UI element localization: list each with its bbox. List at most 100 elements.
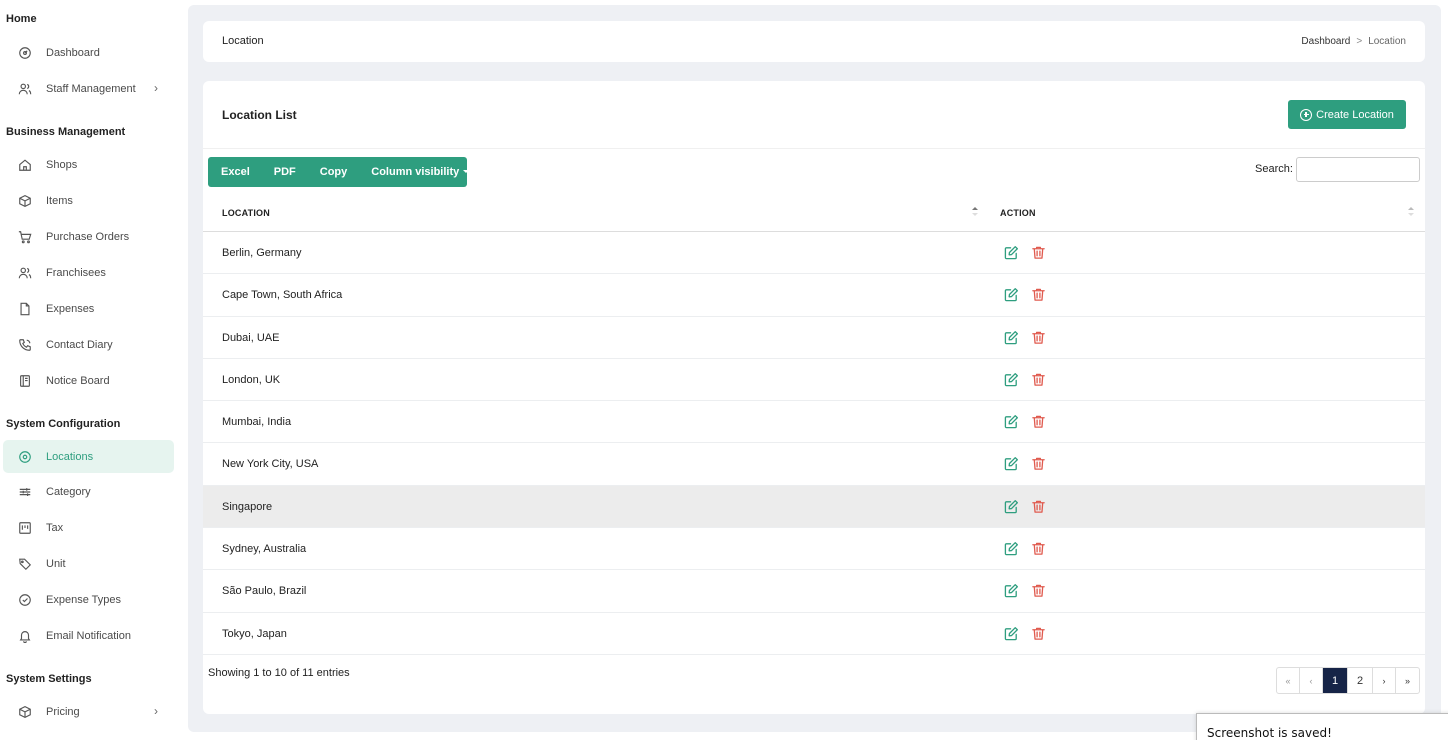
chevron-right-icon: › [154,704,158,718]
sidebar-item-locations[interactable]: Locations [3,440,174,473]
section-title-home: Home [6,13,37,25]
file-icon [17,301,33,317]
search-input[interactable] [1296,157,1420,182]
breadcrumb: Dashboard > Location [1301,36,1406,47]
breadcrumb-separator: > [1356,36,1363,47]
screenshot-toast: Screenshot is saved! [1196,713,1448,740]
sidebar-item-shops[interactable]: Shops [3,148,174,181]
location-cell: Tokyo, Japan [222,627,287,640]
column-visibility-button[interactable]: Column visibility [359,166,481,178]
sidebar-item-expense-types[interactable]: Expense Types [3,583,174,616]
sidebar-item-label: Expenses [46,302,95,315]
edit-icon[interactable] [1004,245,1019,260]
table-row: Cape Town, South Africa [203,274,1425,317]
delete-icon[interactable] [1031,583,1046,598]
table-row: New York City, USA [203,443,1425,486]
edit-icon[interactable] [1004,456,1019,471]
edit-icon[interactable] [1004,499,1019,514]
sidebar-item-purchase-orders[interactable]: Purchase Orders [3,220,174,253]
row-actions [1004,456,1046,471]
delete-icon[interactable] [1031,330,1046,345]
export-button-group: Excel PDF Copy Column visibility [208,157,470,187]
caret-down-icon [463,170,470,173]
sidebar-item-staff-management[interactable]: Staff Management › [3,72,174,105]
column-header-action[interactable]: ACTION [1000,208,1036,218]
edit-icon[interactable] [1004,414,1019,429]
excel-button[interactable]: Excel [208,166,262,178]
location-cell: Cape Town, South Africa [222,289,343,302]
phone-icon [17,337,33,353]
delete-icon[interactable] [1031,245,1046,260]
page-1-button[interactable]: 1 [1323,668,1348,693]
pdf-button[interactable]: PDF [262,166,308,178]
delete-icon[interactable] [1031,626,1046,641]
cart-icon [17,229,33,245]
column-header-location[interactable]: LOCATION [222,208,270,218]
page-first-button[interactable]: « [1277,668,1300,693]
delete-icon[interactable] [1031,456,1046,471]
sort-ascending-icon [972,205,978,219]
sidebar-item-tax[interactable]: Tax [3,511,174,544]
location-cell: New York City, USA [222,458,319,471]
table-row: São Paulo, Brazil [203,570,1425,613]
page-header: Location Dashboard > Location [203,21,1425,62]
sidebar-item-label: Franchisees [46,266,106,279]
sidebar-item-expenses[interactable]: Expenses [3,292,174,325]
sidebar-item-email-notification[interactable]: Email Notification [3,619,174,652]
page-prev-button[interactable]: ‹ [1300,668,1323,693]
copy-button[interactable]: Copy [308,166,360,178]
sidebar-item-label: Purchase Orders [46,230,130,243]
sidebar-item-contact-diary[interactable]: Contact Diary [3,328,174,361]
plus-circle-icon [1300,108,1313,121]
edit-icon[interactable] [1004,330,1019,345]
table-row: Dubai, UAE [203,317,1425,359]
delete-icon[interactable] [1031,287,1046,302]
row-actions [1004,287,1046,302]
table-body: Berlin, Germany Cape Town, South Africa Du… [203,232,1425,655]
sidebar-item-label: Shops [46,158,78,171]
page-last-button[interactable]: » [1396,668,1419,693]
page-next-button[interactable]: › [1373,668,1396,693]
create-location-label: Create Location [1316,108,1394,121]
location-cell: Berlin, Germany [222,247,302,259]
page-2-button[interactable]: 2 [1348,668,1373,693]
table-row: Mumbai, India [203,401,1425,444]
sidebar-item-category[interactable]: Category [3,475,174,508]
users-icon [17,265,33,281]
sidebar-item-label: Expense Types [46,593,122,606]
edit-icon[interactable] [1004,541,1019,556]
edit-icon[interactable] [1004,583,1019,598]
map-pin-icon [17,449,33,465]
edit-icon[interactable] [1004,287,1019,302]
sidebar-item-dashboard[interactable]: Dashboard [3,36,174,69]
create-location-button[interactable]: Create Location [1288,100,1406,129]
location-cell: São Paulo, Brazil [222,585,307,598]
notebook-icon [17,373,33,389]
home-icon [17,157,33,173]
location-cell: Dubai, UAE [222,331,280,344]
sidebar: Home Dashboard Staff Management › Busine… [0,0,188,740]
sidebar-item-label: Staff Management [46,82,136,95]
delete-icon[interactable] [1031,372,1046,387]
section-title-config: System Configuration [6,418,121,430]
card-title: Location List [222,108,297,122]
toast-message: Screenshot is saved! [1207,726,1332,740]
sidebar-item-notice-board[interactable]: Notice Board [3,364,174,397]
delete-icon[interactable] [1031,414,1046,429]
sidebar-item-label: Unit [46,557,66,570]
sidebar-item-pricing[interactable]: Pricing › [3,695,174,728]
row-actions [1004,626,1046,641]
breadcrumb-dashboard-link[interactable]: Dashboard [1301,36,1350,47]
location-list-card: Location List Create Location Excel PDF … [203,81,1425,714]
edit-icon[interactable] [1004,626,1019,641]
sidebar-item-items[interactable]: Items [3,184,174,217]
edit-icon[interactable] [1004,372,1019,387]
delete-icon[interactable] [1031,499,1046,514]
delete-icon[interactable] [1031,541,1046,556]
sidebar-item-franchisees[interactable]: Franchisees [3,256,174,289]
sidebar-item-unit[interactable]: Unit [3,547,174,580]
tag-icon [17,556,33,572]
breadcrumb-current: Location [1368,36,1406,47]
table-row: Tokyo, Japan [203,613,1425,655]
sidebar-item-label: Pricing [46,705,80,718]
